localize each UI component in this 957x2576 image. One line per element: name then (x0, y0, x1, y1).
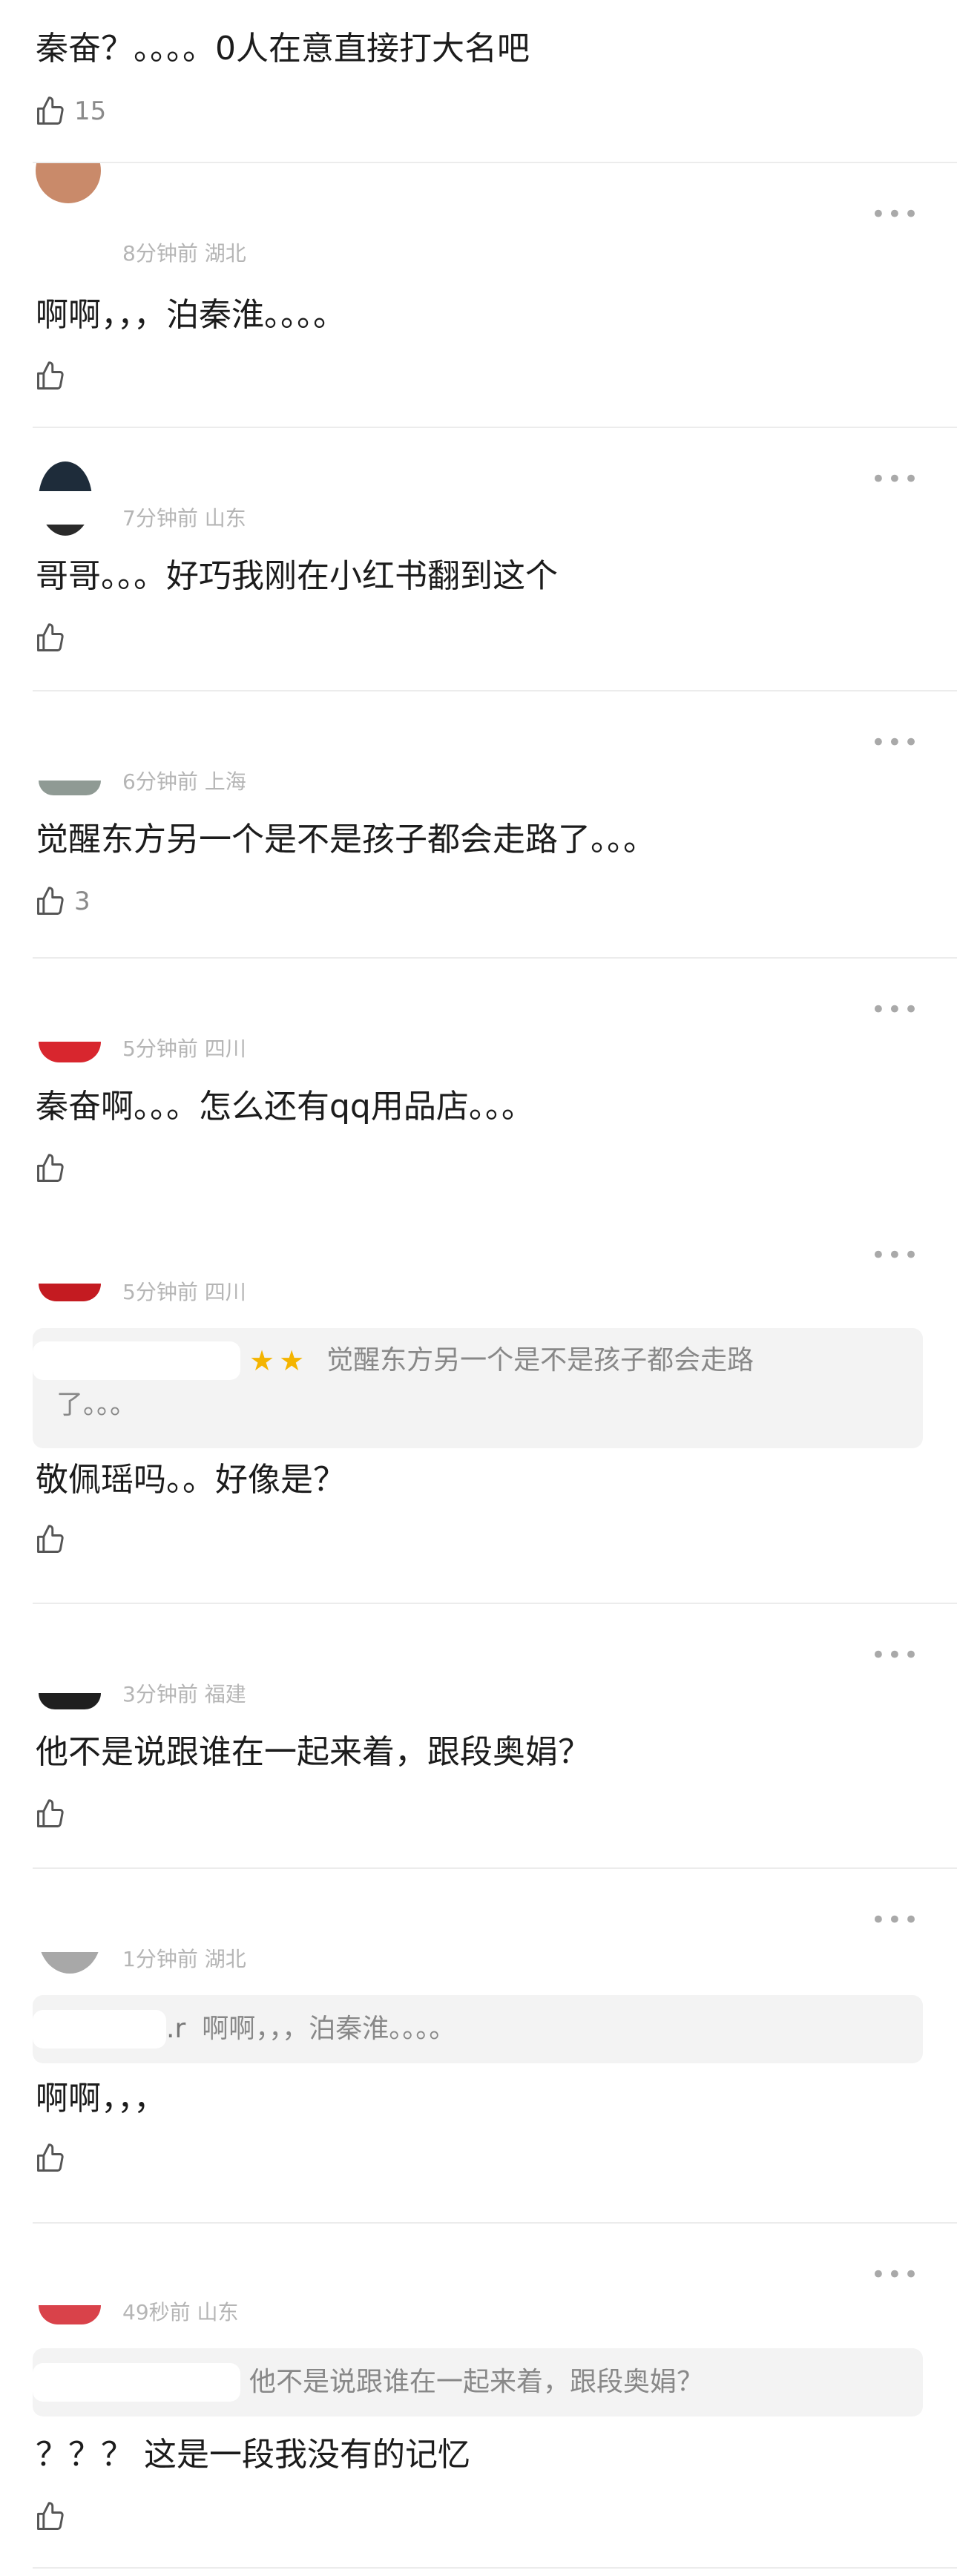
more-dots-icon[interactable]: ••• (871, 1643, 920, 1668)
avatar[interactable] (39, 1902, 101, 1974)
avatar[interactable] (36, 163, 101, 203)
avatar[interactable] (39, 461, 92, 536)
like-button[interactable] (34, 620, 74, 657)
more-dots-icon[interactable]: ••• (871, 730, 920, 755)
more-dots-icon[interactable]: ••• (871, 1908, 920, 1933)
quoted-text-continued: 了。。。 (56, 1390, 137, 1420)
comment-text: ？？？ 这是一段我没有的记忆 (36, 2436, 470, 2474)
comment-meta: 5分钟前 四川 (122, 1280, 246, 1304)
comment-meta: 7分钟前 山东 (122, 506, 246, 530)
like-button[interactable]: 3 (34, 883, 91, 920)
divider (33, 427, 957, 428)
quoted-text: 觉醒东方另一个是不是孩子都会走路 (326, 1345, 754, 1376)
comment-meta: 8分钟前 湖北 (122, 241, 246, 266)
more-dots-icon[interactable]: ••• (871, 467, 920, 492)
comment-meta: 49秒前 山东 (122, 2300, 239, 2324)
quoted-comment[interactable]: .r 啊啊，，，泊秦淮。。。。 (33, 1995, 923, 2063)
thumbs-up-icon (37, 1154, 64, 1182)
thumbs-up-icon (37, 887, 64, 915)
quoted-username-suffix: .r (166, 2014, 186, 2044)
like-count: 3 (74, 887, 91, 916)
comment-text: 敬佩瑶吗。。好像是？ (36, 1461, 346, 1499)
comment-text: 秦奋？。。。。0人在意直接打大名吧 (36, 30, 530, 68)
like-button[interactable] (34, 358, 74, 395)
quoted-text: 啊啊，，，泊秦淮。。。。 (202, 2014, 456, 2044)
avatar[interactable] (39, 781, 101, 795)
like-button[interactable] (34, 1521, 74, 1558)
comment-text: 啊啊，，，泊秦淮。。。。 (36, 296, 346, 334)
quoted-username (33, 1341, 240, 1380)
thumbs-up-icon (37, 96, 64, 125)
comment-meta: 3分钟前 福建 (122, 1682, 246, 1706)
comment-meta: 1分钟前 湖北 (122, 1947, 246, 1971)
more-dots-icon[interactable]: ••• (871, 2262, 920, 2287)
quoted-username (33, 2363, 240, 2402)
comment-meta: 6分钟前 上海 (122, 769, 246, 794)
thumbs-up-icon (37, 1799, 64, 1827)
divider (33, 690, 957, 691)
avatar[interactable] (39, 2305, 101, 2324)
divider (33, 2567, 957, 2569)
star-icon: ★ (279, 1344, 305, 1377)
like-button[interactable]: 15 (34, 93, 106, 130)
quoted-username (33, 2010, 166, 2048)
like-count: 15 (74, 96, 107, 126)
divider (33, 162, 957, 163)
avatar[interactable] (39, 1693, 101, 1709)
comment-text: 觉醒东方另一个是不是孩子都会走路了。。。 (36, 821, 656, 858)
like-button[interactable] (34, 2140, 74, 2177)
like-button[interactable] (34, 1150, 74, 1187)
star-icon: ★ (249, 1344, 275, 1377)
thumbs-up-icon (37, 1525, 64, 1553)
comment-text: 哥哥。。。好巧我刚在小红书翻到这个 (36, 557, 558, 595)
avatar[interactable] (39, 1042, 101, 1062)
comment-text: 他不是说跟谁在一起来着，跟段奥娟？ (36, 1733, 591, 1771)
divider (33, 2222, 957, 2224)
comment-text: 啊啊，，， (36, 2080, 166, 2117)
thumbs-up-icon (37, 623, 64, 651)
more-dots-icon[interactable]: ••• (871, 202, 920, 227)
divider (33, 1603, 957, 1604)
divider (33, 1867, 957, 1869)
thumbs-up-icon (37, 2143, 64, 2172)
quoted-text: 他不是说跟谁在一起来着，跟段奥娟？ (249, 2367, 704, 2397)
like-button[interactable] (34, 1795, 74, 1833)
more-dots-icon[interactable]: ••• (871, 1243, 920, 1268)
more-dots-icon[interactable]: ••• (871, 997, 920, 1022)
comment-text: 秦奋啊。。。怎么还有qq用品店。。。 (36, 1088, 534, 1126)
quoted-comment[interactable]: ★ ★ 觉醒东方另一个是不是孩子都会走路 了。。。 (33, 1328, 923, 1448)
avatar[interactable] (39, 1284, 101, 1301)
quoted-comment[interactable]: 他不是说跟谁在一起来着，跟段奥娟？ (33, 2348, 923, 2416)
thumbs-up-icon (37, 361, 64, 390)
comment-meta: 5分钟前 四川 (122, 1036, 246, 1061)
thumbs-up-icon (37, 2502, 64, 2530)
divider (33, 957, 957, 959)
like-button[interactable] (34, 2498, 74, 2535)
